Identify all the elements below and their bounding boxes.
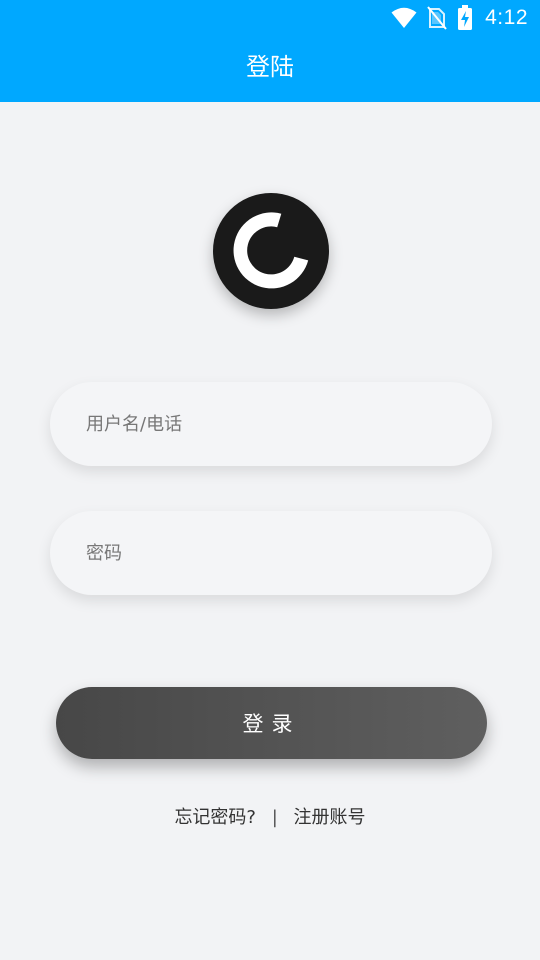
password-input[interactable] bbox=[86, 511, 466, 595]
forgot-password-link[interactable]: 忘记密码? bbox=[174, 803, 256, 833]
status-bar: 4:12 bbox=[0, 0, 540, 36]
username-field[interactable] bbox=[50, 382, 492, 466]
battery-charging-icon bbox=[457, 5, 473, 31]
link-separator: | bbox=[271, 807, 278, 828]
wifi-icon bbox=[391, 7, 417, 29]
status-clock: 4:12 bbox=[485, 6, 528, 29]
app-logo-icon bbox=[213, 193, 329, 309]
register-link[interactable]: 注册账号 bbox=[294, 803, 366, 833]
username-input[interactable] bbox=[86, 382, 466, 466]
app-bar: 4:12 登陆 bbox=[0, 0, 540, 102]
password-field[interactable] bbox=[50, 511, 492, 595]
page-title: 登陆 bbox=[246, 53, 294, 81]
no-sim-icon bbox=[427, 6, 447, 30]
bottom-links: 忘记密码? | 注册账号 bbox=[0, 803, 540, 833]
login-button[interactable]: 登录 bbox=[56, 687, 487, 759]
